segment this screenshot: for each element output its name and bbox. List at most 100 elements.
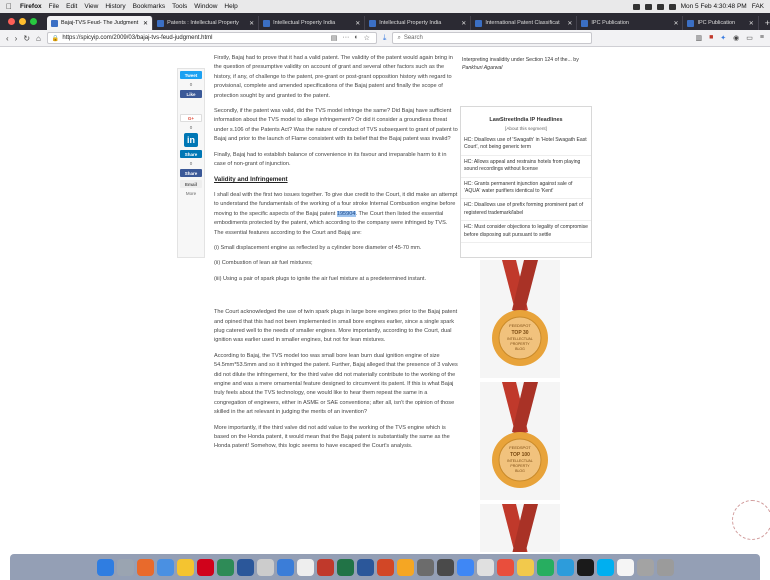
tab-ip-india-1[interactable]: Intellectual Property India ✕ [259,16,366,30]
firefox-icon[interactable] [136,558,154,576]
library-icon[interactable]: ▥ [695,34,702,42]
zoom-window-icon[interactable] [30,18,37,25]
trash-icon[interactable] [656,558,674,576]
notes-yellow-icon[interactable] [516,558,534,576]
tab-bajaj-tvs[interactable]: Bajaj-TVS Feud- The Judgment ✕ [47,16,154,30]
mail-icon[interactable] [276,558,294,576]
skype-icon[interactable] [596,558,614,576]
share-button[interactable]: Share [180,169,202,177]
headline-item[interactable]: HC: Disallows use of prefix forming prom… [461,202,591,222]
widget-about-link[interactable]: [About this segment] [461,126,591,131]
page-actions-icon[interactable]: ··· [342,34,349,42]
url-bar[interactable]: 🔒 https://spicyip.com/2009/03/bajaj-tvs-… [46,32,377,44]
forward-icon[interactable]: › [15,34,18,43]
word-doc-icon[interactable] [356,558,374,576]
tab-ipc-publication-2[interactable]: IPC Publication ✕ [683,16,759,30]
google-plus-button[interactable]: G+ [180,114,202,122]
menu-help[interactable]: Help [224,3,237,10]
menu-bookmarks[interactable]: Bookmarks [133,3,166,10]
download-icon[interactable]: ⤓ [383,33,387,43]
extension-icon[interactable]: ■ [709,34,713,42]
acrobat-icon[interactable] [316,558,334,576]
finder-icon[interactable] [96,558,114,576]
volume-icon[interactable] [656,3,664,10]
textedit-icon[interactable] [616,558,634,576]
highlighted-patent-number[interactable]: 195904 [336,210,356,217]
bluetooth-icon[interactable] [668,3,676,10]
music-icon[interactable] [496,558,514,576]
photos-icon[interactable] [476,558,494,576]
bookmark-star-icon[interactable]: ☆ [364,34,370,42]
tab-close-icon[interactable]: ✕ [749,20,754,27]
menu-view[interactable]: View [84,3,98,10]
tab-close-icon[interactable]: ✕ [461,20,466,27]
pocket-icon[interactable]: ◐ [354,34,358,42]
appstore-icon[interactable] [456,558,474,576]
linkedin-icon[interactable]: in [184,133,198,147]
menu-app-firefox[interactable]: Firefox [20,3,42,10]
headline-item[interactable]: HC: Disallows use of 'Swagath' in 'Hotel… [461,137,591,156]
reload-icon[interactable]: ↻ [23,34,30,43]
reader-view-icon[interactable]: ▤ [331,34,338,42]
search-bar[interactable]: ⌕ Search [392,32,593,44]
launchpad-icon[interactable] [116,558,134,576]
tab-ip-india-2[interactable]: Intellectual Property India ✕ [365,16,472,30]
headline-item[interactable]: HC: Allows appeal and restrains hotels f… [461,159,591,178]
word-icon[interactable] [236,558,254,576]
snippet-text[interactable]: Interpreting invalidity under Section 12… [462,57,579,63]
new-tab-icon[interactable]: + [759,18,770,30]
headline-item[interactable]: HC: Must consider objections to legality… [461,224,591,244]
sync-icon[interactable]: ◉ [733,34,739,42]
browser-tab-strip: Bajaj-TVS Feud- The Judgment ✕ Patents :… [0,13,770,30]
menu-hamburger-icon[interactable]: ≡ [760,34,764,42]
powerpoint-icon[interactable] [376,558,394,576]
downloads-folder-icon[interactable] [636,558,654,576]
tweet-button[interactable]: Tweet [180,71,202,79]
camera-icon[interactable] [576,558,594,576]
apple-menu-icon[interactable]:  [6,2,12,11]
settings-icon[interactable] [416,558,434,576]
terminal-icon[interactable] [436,558,454,576]
tab-close-icon[interactable]: ✕ [567,20,572,27]
email-button[interactable]: Email [180,180,202,188]
more-link[interactable]: More [186,191,196,196]
tab-ipc-publication-1[interactable]: IPC Publication ✕ [577,16,684,30]
tab-close-icon[interactable]: ✕ [249,20,254,27]
menu-file[interactable]: File [49,3,59,10]
tab-ipc-classification[interactable]: International Patent Classificat ✕ [471,16,578,30]
pin-extension-icon[interactable]: ✦ [720,34,726,42]
minimize-window-icon[interactable] [19,18,26,25]
wifi-icon[interactable] [644,3,652,10]
sidebar-icon[interactable]: ▭ [746,34,753,42]
tab-close-icon[interactable]: ✕ [143,20,148,27]
close-window-icon[interactable] [8,18,15,25]
messages-icon[interactable] [556,558,574,576]
feedspot-badge[interactable]: FEEDSPOT TOP 30 INTELLECTUAL PROPERTY BL… [480,260,560,378]
maps-icon[interactable] [216,558,234,576]
safari-icon[interactable] [156,558,174,576]
opera-icon[interactable] [196,558,214,576]
chrome-icon[interactable] [176,558,194,576]
preview-icon[interactable] [256,558,274,576]
menu-window[interactable]: Window [194,3,217,10]
back-icon[interactable]: ‹ [6,34,9,43]
battery-icon[interactable] [632,3,640,10]
menu-tools[interactable]: Tools [172,3,187,10]
feedspot-badge[interactable]: FEEDSPOT TOP 100 INTELLECTUAL PROPERTY B… [480,382,560,500]
facebook-like-button[interactable]: Like [180,90,202,98]
home-icon[interactable]: ⌂ [36,34,41,43]
menu-edit[interactable]: Edit [66,3,77,10]
menubar-clock[interactable]: Mon 5 Feb 4:30:48 PM [681,3,747,10]
tab-close-icon[interactable]: ✕ [355,20,360,27]
facetime-icon[interactable] [536,558,554,576]
feedspot-badge[interactable] [480,504,560,552]
headline-item[interactable]: HC: Grants permanent injunction against … [461,181,591,200]
notes-icon[interactable] [296,558,314,576]
menubar-user[interactable]: FAK [752,3,764,10]
tab-patents[interactable]: Patents : Intellectual Property ✕ [153,16,260,30]
menu-history[interactable]: History [105,3,125,10]
linkedin-share-button[interactable]: Share [180,150,202,158]
vlc-icon[interactable] [396,558,414,576]
excel-icon[interactable] [336,558,354,576]
tab-close-icon[interactable]: ✕ [673,20,678,27]
